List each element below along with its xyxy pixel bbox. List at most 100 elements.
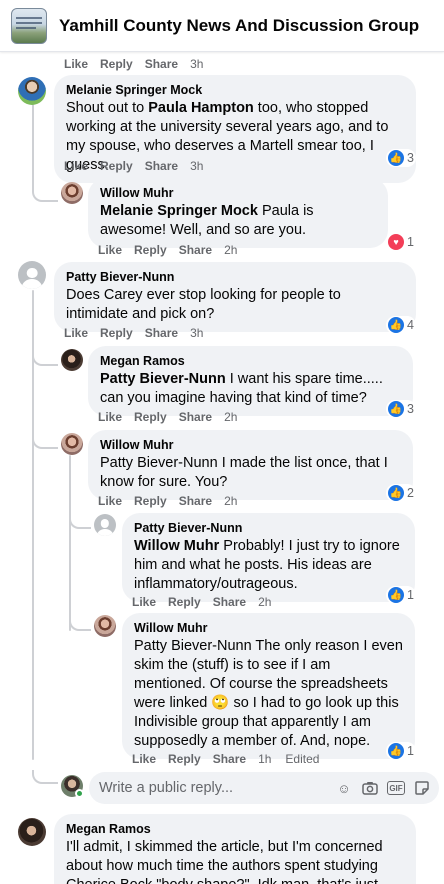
comment-bubble: Megan Ramos I'll admit, I skimmed the ar… bbox=[54, 814, 416, 884]
comment-text: Patty Biever-Nunn I made the list once, … bbox=[100, 455, 388, 490]
group-title[interactable]: Yamhill County News And Discussion Group bbox=[59, 16, 419, 36]
avatar[interactable] bbox=[18, 77, 46, 105]
avatar[interactable] bbox=[61, 433, 83, 455]
comment-text: Does Carey ever stop looking for people … bbox=[66, 287, 341, 322]
like-icon: 👍 bbox=[388, 743, 404, 759]
camera-icon[interactable] bbox=[361, 779, 379, 797]
comment-author[interactable]: Melanie Springer Mock bbox=[66, 82, 404, 98]
comments-feed: Like Reply Share 3h Melanie Springer Mock S… bbox=[0, 52, 444, 884]
comment-time[interactable]: 2h bbox=[258, 595, 271, 609]
reaction-count[interactable]: 👍 3 bbox=[386, 400, 416, 418]
comment-actions: Like Reply Share 3h bbox=[64, 326, 215, 340]
like-button[interactable]: Like bbox=[64, 57, 88, 71]
comment-bubble: Willow Muhr Melanie Springer Mock Paula … bbox=[88, 178, 388, 248]
reply-button[interactable]: Reply bbox=[100, 159, 133, 173]
online-status-dot bbox=[75, 789, 84, 798]
comment-author[interactable]: Willow Muhr bbox=[100, 437, 401, 453]
reply-button[interactable]: Reply bbox=[100, 326, 133, 340]
comment-time[interactable]: 1h bbox=[258, 752, 271, 766]
comment-actions: Like Reply Share 1h Edited bbox=[132, 752, 331, 766]
comment-time[interactable]: 2h bbox=[224, 494, 237, 508]
avatar[interactable] bbox=[94, 514, 116, 536]
share-button[interactable]: Share bbox=[213, 595, 246, 609]
comment-time[interactable]: 3h bbox=[190, 57, 203, 71]
comment-text: I'll admit, I skimmed the article, but I… bbox=[66, 839, 383, 884]
reply-composer: ☺ GIF bbox=[89, 772, 439, 804]
comment-author[interactable]: Willow Muhr bbox=[100, 185, 376, 201]
comment-bubble: Patty Biever-Nunn Does Carey ever stop l… bbox=[54, 262, 416, 332]
share-button[interactable]: Share bbox=[179, 243, 212, 257]
reaction-count[interactable]: 👍 4 bbox=[386, 316, 416, 334]
share-button[interactable]: Share bbox=[145, 57, 178, 71]
comment-time[interactable]: 3h bbox=[190, 326, 203, 340]
comment-bubble: Willow Muhr Patty Biever-Nunn The only r… bbox=[122, 613, 415, 759]
reply-button[interactable]: Reply bbox=[134, 494, 167, 508]
comment-actions: Like Reply Share 2h bbox=[98, 243, 249, 257]
mention-link[interactable]: Melanie Springer Mock bbox=[100, 203, 258, 219]
emoji-icon[interactable]: ☺ bbox=[335, 779, 353, 797]
like-button[interactable]: Like bbox=[132, 752, 156, 766]
reply-input[interactable] bbox=[99, 780, 335, 796]
comment-time[interactable]: 3h bbox=[190, 159, 203, 173]
comment-text: Willow Muhr Probably! I just try to igno… bbox=[134, 538, 400, 592]
reply-button[interactable]: Reply bbox=[134, 410, 167, 424]
comment-author[interactable]: Patty Biever-Nunn bbox=[134, 520, 403, 536]
reaction-count[interactable]: ♥ 1 bbox=[386, 233, 416, 251]
avatar[interactable] bbox=[94, 615, 116, 637]
comment-author[interactable]: Megan Ramos bbox=[66, 821, 404, 837]
like-button[interactable]: Like bbox=[98, 410, 122, 424]
reply-button[interactable]: Reply bbox=[168, 752, 201, 766]
share-button[interactable]: Share bbox=[179, 410, 212, 424]
avatar[interactable] bbox=[18, 818, 46, 846]
share-button[interactable]: Share bbox=[145, 326, 178, 340]
comment-bubble: Megan Ramos Patty Biever-Nunn I want his… bbox=[88, 346, 413, 416]
group-header: Yamhill County News And Discussion Group bbox=[0, 0, 444, 52]
comment-actions: Like Reply Share 2h bbox=[98, 410, 249, 424]
share-button[interactable]: Share bbox=[145, 159, 178, 173]
comment-bubble: Willow Muhr Patty Biever-Nunn I made the… bbox=[88, 430, 413, 500]
like-icon: 👍 bbox=[388, 150, 404, 166]
comment-actions: Like Reply Share 3h bbox=[64, 159, 215, 173]
like-button[interactable]: Like bbox=[64, 159, 88, 173]
comment-time[interactable]: 2h bbox=[224, 410, 237, 424]
share-button[interactable]: Share bbox=[179, 494, 212, 508]
comment-actions: Like Reply Share 2h bbox=[98, 494, 249, 508]
sticker-icon[interactable] bbox=[413, 779, 431, 797]
reply-button[interactable]: Reply bbox=[100, 57, 133, 71]
edited-label: Edited bbox=[285, 752, 320, 766]
comment-author[interactable]: Megan Ramos bbox=[100, 353, 401, 369]
like-icon: 👍 bbox=[388, 317, 404, 333]
reaction-count[interactable]: 👍 3 bbox=[386, 149, 416, 167]
comment-author[interactable]: Patty Biever-Nunn bbox=[66, 269, 404, 285]
share-button[interactable]: Share bbox=[213, 752, 246, 766]
mention-link[interactable]: Patty Biever-Nunn bbox=[100, 371, 226, 387]
avatar[interactable] bbox=[61, 349, 83, 371]
comment-actions: Like Reply Share 2h bbox=[132, 595, 283, 609]
group-cover-thumbnail[interactable] bbox=[11, 7, 47, 44]
comment-actions: Like Reply Share 3h bbox=[64, 57, 215, 71]
reaction-count[interactable]: 👍 2 bbox=[386, 484, 416, 502]
comment-time[interactable]: 2h bbox=[224, 243, 237, 257]
comment-text: Patty Biever-Nunn The only reason I even… bbox=[134, 638, 403, 749]
like-button[interactable]: Like bbox=[98, 494, 122, 508]
mention-link[interactable]: Paula Hampton bbox=[148, 100, 254, 116]
comment-bubble: Patty Biever-Nunn Willow Muhr Probably! … bbox=[122, 513, 415, 602]
reply-button[interactable]: Reply bbox=[134, 243, 167, 257]
comment-text: Melanie Springer Mock Paula is awesome! … bbox=[100, 203, 314, 238]
like-icon: 👍 bbox=[388, 587, 404, 603]
avatar[interactable] bbox=[18, 261, 46, 289]
mention-link[interactable]: Willow Muhr bbox=[134, 538, 219, 554]
like-button[interactable]: Like bbox=[132, 595, 156, 609]
reply-button[interactable]: Reply bbox=[168, 595, 201, 609]
avatar[interactable] bbox=[61, 182, 83, 204]
like-icon: 👍 bbox=[388, 485, 404, 501]
gif-icon[interactable]: GIF bbox=[387, 779, 405, 797]
like-button[interactable]: Like bbox=[64, 326, 88, 340]
reaction-count[interactable]: 👍 1 bbox=[386, 586, 416, 604]
reaction-count[interactable]: 👍 1 bbox=[386, 742, 416, 760]
like-button[interactable]: Like bbox=[98, 243, 122, 257]
love-icon: ♥ bbox=[388, 234, 404, 250]
comment-text: Patty Biever-Nunn I want his spare time.… bbox=[100, 371, 383, 406]
like-icon: 👍 bbox=[388, 401, 404, 417]
comment-author[interactable]: Willow Muhr bbox=[134, 620, 403, 636]
